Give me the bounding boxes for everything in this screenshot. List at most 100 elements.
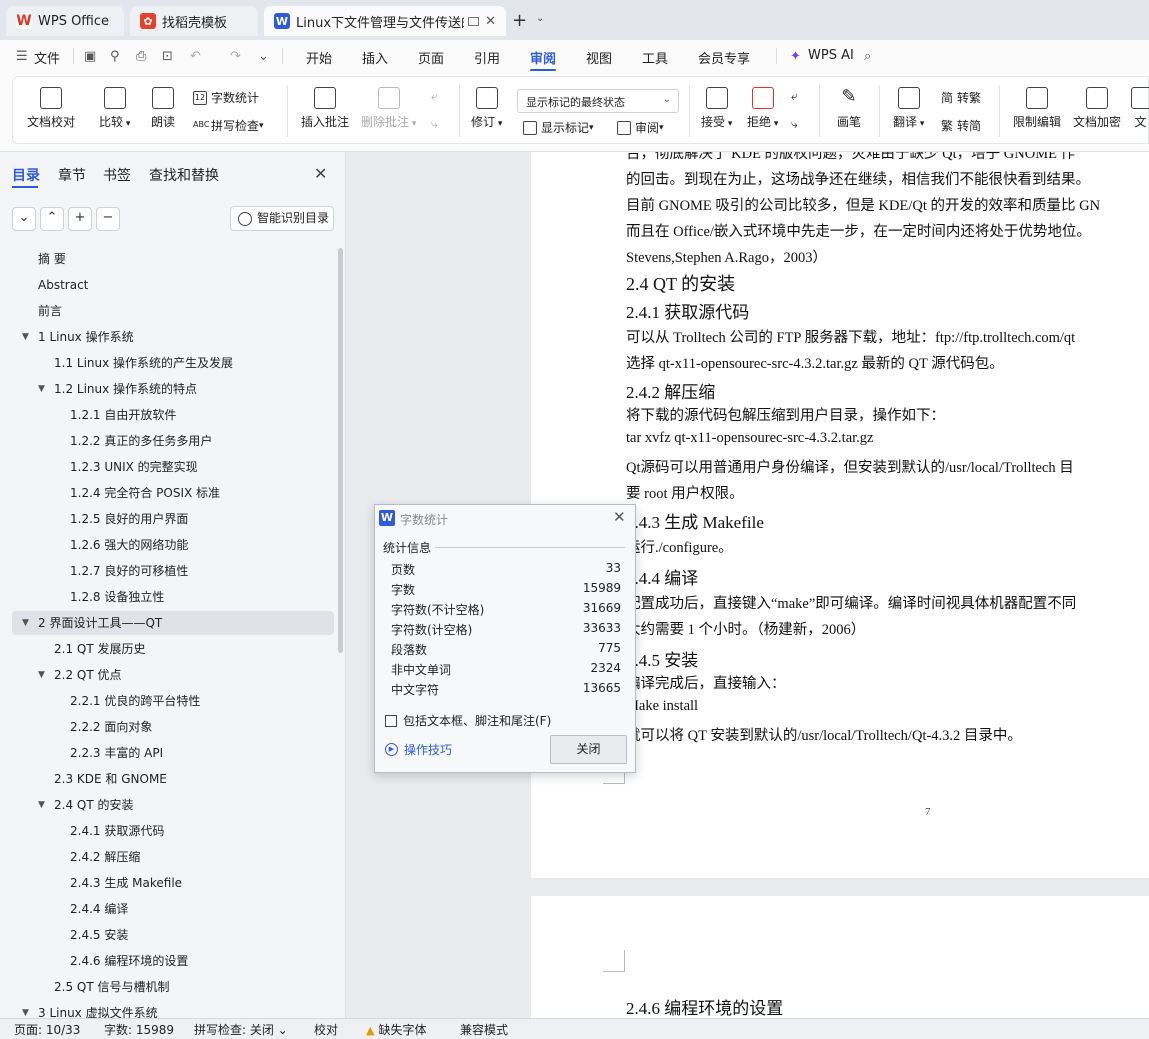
- menu-member[interactable]: 会员专享: [698, 48, 750, 67]
- tab-current-document[interactable]: W Linux下文件管理与文件传送的 ✕: [264, 6, 506, 36]
- chevron-down-icon[interactable]: ⌄: [536, 13, 544, 24]
- toc-item[interactable]: 2.4.2 解压缩: [12, 845, 334, 869]
- doc-proof-button[interactable]: 文档校对: [27, 87, 75, 130]
- undo-icon[interactable]: ↶: [190, 49, 201, 64]
- save-icon[interactable]: ▣: [84, 49, 96, 64]
- expand-toggle-icon[interactable]: ▼: [38, 377, 45, 401]
- compare-button[interactable]: 比较 ▾: [99, 87, 130, 130]
- toc-item[interactable]: 1.1 Linux 操作系统的产生及发展: [12, 351, 334, 375]
- nav-tab-bookmarks[interactable]: 书签: [103, 165, 131, 185]
- word-count-indicator[interactable]: 字数: 15989: [104, 1021, 174, 1038]
- proofread-status[interactable]: 校对: [314, 1021, 338, 1038]
- print-preview-icon[interactable]: ⊡: [162, 49, 173, 64]
- toc-item[interactable]: 2.1 QT 发展历史: [12, 637, 334, 661]
- nav-tab-sections[interactable]: 章节: [58, 165, 86, 185]
- dialog-title-bar[interactable]: W 字数统计 ✕: [375, 505, 635, 533]
- menu-references[interactable]: 引用: [474, 48, 500, 67]
- toc-item[interactable]: 前言: [12, 299, 334, 323]
- next-comment-icon[interactable]: ⤷: [431, 117, 438, 132]
- toc-item[interactable]: 1.2.6 强大的网络功能: [12, 533, 334, 557]
- close-dialog-button[interactable]: 关闭: [550, 735, 627, 764]
- menu-home[interactable]: 开始: [306, 48, 332, 67]
- redo-icon[interactable]: ↷: [230, 49, 241, 64]
- nav-tab-toc[interactable]: 目录: [12, 165, 40, 185]
- nav-scrollbar[interactable]: [338, 248, 343, 653]
- menu-file[interactable]: 文件: [34, 48, 60, 67]
- to-traditional-button[interactable]: 简 转繁: [941, 89, 981, 106]
- toc-item[interactable]: 2.4.6 编程环境的设置: [12, 949, 334, 973]
- menu-review[interactable]: 审阅: [530, 48, 556, 67]
- toc-item[interactable]: 1.2.8 设备独立性: [12, 585, 334, 609]
- toc-item[interactable]: 2.4.4 编译: [12, 897, 334, 921]
- close-tab-icon[interactable]: ✕: [485, 14, 496, 29]
- spell-check-status[interactable]: 拼写检查: 关闭 ⌄: [194, 1021, 288, 1038]
- toc-item[interactable]: 2.2.1 优良的跨平台特性: [12, 689, 334, 713]
- more-icon[interactable]: ⌄: [258, 49, 269, 64]
- menu-insert[interactable]: 插入: [362, 48, 388, 67]
- checkbox-box[interactable]: [385, 714, 397, 727]
- translate-button[interactable]: 翻译 ▾: [893, 87, 924, 130]
- toc-item[interactable]: 2.5 QT 信号与槽机制: [12, 975, 334, 999]
- to-simplified-button[interactable]: 繁 转简: [941, 117, 981, 134]
- read-aloud-button[interactable]: 朗读: [151, 87, 175, 130]
- menu-wps-ai[interactable]: WPS AI: [808, 48, 854, 63]
- delete-comment-button[interactable]: 删除批注 ▾: [361, 87, 416, 130]
- show-markup-button[interactable]: 显示标记 ▾: [523, 119, 594, 136]
- doc-more-button[interactable]: 文: [1131, 87, 1149, 130]
- tab-wps-office[interactable]: W WPS Office: [6, 6, 124, 36]
- expand-toggle-icon[interactable]: ▼: [38, 793, 45, 817]
- menu-tools[interactable]: 工具: [642, 48, 668, 67]
- toc-item[interactable]: ▼ 1.2 Linux 操作系统的特点: [12, 377, 334, 401]
- toc-item[interactable]: ▼ 2 界面设计工具——QT: [12, 611, 334, 635]
- toc-item[interactable]: ▼ 2.2 QT 优点: [12, 663, 334, 687]
- collapse-down-button[interactable]: ⌄: [12, 207, 36, 231]
- expand-toggle-icon[interactable]: ▼: [22, 611, 29, 635]
- toc-item[interactable]: 1.2.7 良好的可移植性: [12, 559, 334, 583]
- tab-docer-templates[interactable]: ✿ 找稻壳模板: [130, 6, 258, 36]
- previous-change-icon[interactable]: ⤶: [791, 89, 798, 104]
- toc-item[interactable]: 2.4.5 安装: [12, 923, 334, 947]
- add-heading-button[interactable]: +: [68, 207, 92, 231]
- toc-item[interactable]: 2.4.1 获取源代码: [12, 819, 334, 843]
- nav-tab-find-replace[interactable]: 查找和替换: [149, 165, 219, 185]
- markup-state-select[interactable]: 显示标记的最终状态 ⌄: [517, 89, 679, 113]
- expand-toggle-icon[interactable]: ▼: [38, 663, 45, 687]
- print-icon[interactable]: ⎙: [136, 49, 146, 64]
- menu-page[interactable]: 页面: [418, 48, 444, 67]
- toc-item[interactable]: 2.3 KDE 和 GNOME: [12, 767, 334, 791]
- toc-item[interactable]: 2.2.3 丰富的 API: [12, 741, 334, 765]
- tips-link[interactable]: ▶ 操作技巧: [385, 741, 452, 758]
- pen-button[interactable]: ✎ 画笔: [837, 87, 861, 130]
- accept-button[interactable]: 接受 ▾: [701, 87, 732, 130]
- toc-item[interactable]: ▼ 1 Linux 操作系统: [12, 325, 334, 349]
- encrypt-doc-button[interactable]: 文档加密: [1073, 87, 1121, 130]
- include-textbox-checkbox[interactable]: 包括文本框、脚注和尾注(F): [385, 712, 551, 729]
- page-indicator[interactable]: 页面: 10/33: [14, 1021, 80, 1038]
- expand-toggle-icon[interactable]: ▼: [22, 1001, 29, 1018]
- close-icon[interactable]: ✕: [314, 164, 327, 183]
- toc-item[interactable]: 2.2.2 面向对象: [12, 715, 334, 739]
- toc-item[interactable]: ▼ 3 Linux 虚拟文件系统: [12, 1001, 334, 1018]
- toc-item[interactable]: ▼ 2.4 QT 的安装: [12, 793, 334, 817]
- toc-item[interactable]: 1.2.5 良好的用户界面: [12, 507, 334, 531]
- toc-item[interactable]: 1.2.3 UNIX 的完整实现: [12, 455, 334, 479]
- toc-item[interactable]: Abstract: [12, 273, 334, 297]
- hamburger-icon[interactable]: ☰: [16, 49, 28, 64]
- word-count-button[interactable]: 12 字数统计: [193, 89, 259, 106]
- toc-item[interactable]: 1.2.1 自由开放软件: [12, 403, 334, 427]
- toc-item[interactable]: 1.2.4 完全符合 POSIX 标准: [12, 481, 334, 505]
- insert-comment-button[interactable]: 插入批注: [301, 87, 349, 130]
- close-icon[interactable]: ✕: [613, 508, 626, 526]
- share-icon[interactable]: ⚲: [110, 49, 120, 64]
- review-pane-button[interactable]: 审阅 ▾: [617, 119, 664, 136]
- reject-button[interactable]: 拒绝 ▾: [747, 87, 778, 130]
- collapse-up-button[interactable]: ⌃: [40, 207, 64, 231]
- toc-item[interactable]: 2.4.3 生成 Makefile: [12, 871, 334, 895]
- smart-toc-button[interactable]: 智能识别目录: [230, 206, 334, 231]
- missing-font-status[interactable]: ▲ 缺失字体: [366, 1021, 426, 1038]
- previous-comment-icon[interactable]: ⤶: [431, 89, 438, 104]
- track-changes-button[interactable]: 修订 ▾: [471, 87, 502, 130]
- toc-item[interactable]: 1.2.2 真正的多任务多用户: [12, 429, 334, 453]
- spell-check-button[interactable]: ABC 拼写检查 ▾: [193, 117, 264, 134]
- document-page-next[interactable]: 2.4.6 编程环境的设置: [531, 896, 1149, 1018]
